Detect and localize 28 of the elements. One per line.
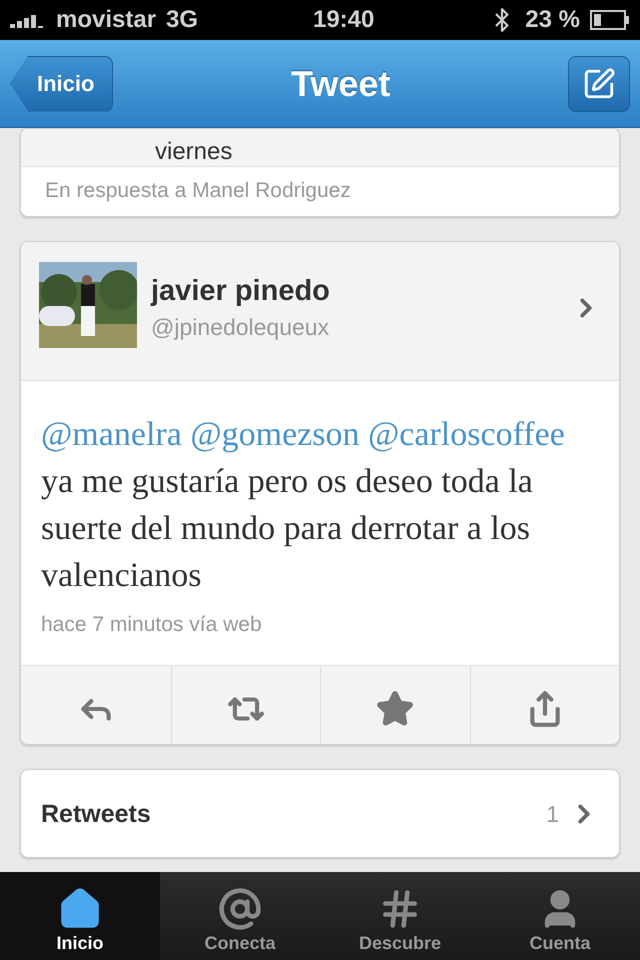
author-handle: @jpinedolequeux [151,314,330,341]
network-type: 3G [166,6,198,34]
author-name: javier pinedo [151,274,331,308]
screen-title: Tweet [291,62,390,104]
compose-icon [582,66,616,100]
tab[interactable]: Conecta [160,872,320,960]
mention-link[interactable]: @gomezson [190,416,360,453]
star-icon [376,690,414,728]
back-button[interactable]: Inicio [10,56,114,112]
reply-note: En respuesta a Manel Rodriguez [44,178,352,204]
signal-icon [10,12,46,28]
battery-percent: 23 % [525,6,580,34]
tab[interactable]: Inicio [0,872,160,960]
clock: 19:40 [312,6,374,34]
mention-link[interactable]: @manelra [41,416,182,453]
tab[interactable]: Cuenta [480,872,640,960]
tweet-text-fragment: viernes [155,138,232,166]
compose-button[interactable] [568,56,630,112]
battery-icon [590,10,630,30]
retweets-label: Retweets [41,800,152,829]
carrier-name: movistar [56,6,156,34]
tweet-meta: hace 7 minutos vía web [40,612,263,638]
tab[interactable]: Descubre [320,872,480,960]
home-icon [58,887,102,931]
tweet-text: @manelra @gomezson @carloscoffee ya me gustaría pero os deseo toda la suerte del mundo para derrotar a los valencianos [40,414,566,596]
mention-link[interactable]: @carloscoffee [368,416,565,453]
at-sign-icon [218,887,262,931]
retweets-count: 1 [546,800,559,828]
